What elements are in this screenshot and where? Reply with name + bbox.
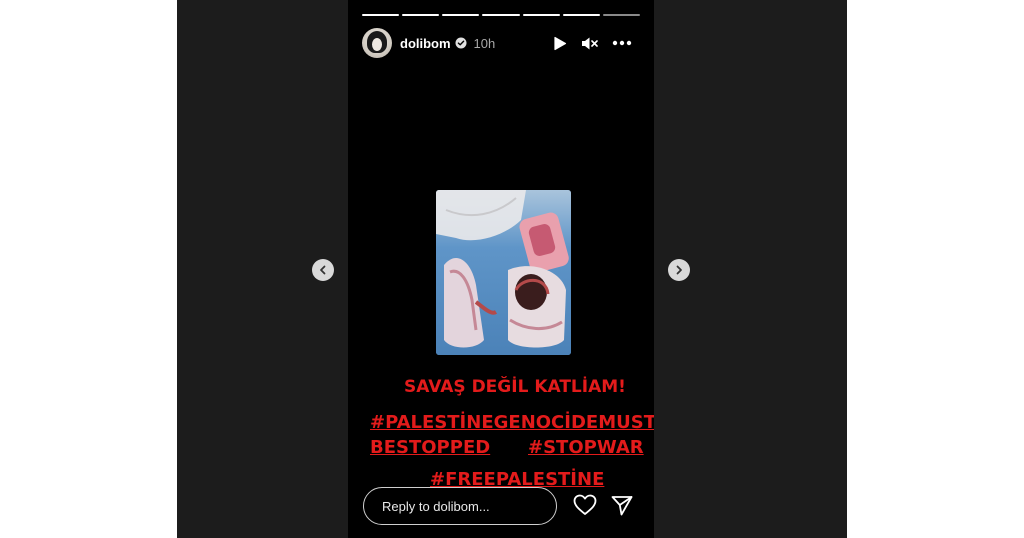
progress-segment-current	[602, 14, 640, 16]
post-time: 10h	[473, 35, 496, 51]
story-controls	[553, 27, 632, 59]
story-progress-bar	[362, 14, 640, 17]
progress-segment	[522, 14, 560, 16]
progress-segment	[402, 14, 440, 16]
hashtag-link[interactable]: #STOPWAR	[528, 437, 644, 458]
story-frame[interactable]: dolibom 10h SAVAŞ DEĞİL KATLİAM! #PALEST…	[348, 0, 654, 538]
story-caption: SAVAŞ DEĞİL KATLİAM!	[404, 377, 626, 397]
hashtag-link-continued[interactable]: BESTOPPED	[370, 437, 490, 458]
heart-icon[interactable]	[573, 494, 597, 516]
chevron-right-icon	[676, 265, 682, 275]
progress-segment	[362, 14, 400, 16]
progress-segment	[442, 14, 480, 16]
send-icon[interactable]	[611, 495, 633, 516]
story-photo	[436, 190, 571, 355]
avatar[interactable]	[362, 28, 392, 58]
previous-story-button[interactable]	[312, 259, 334, 281]
more-options-icon[interactable]	[612, 40, 632, 46]
muted-speaker-icon[interactable]	[581, 36, 598, 51]
play-icon[interactable]	[553, 36, 567, 51]
username[interactable]: dolibom	[400, 36, 451, 51]
chevron-left-icon	[320, 265, 326, 275]
progress-segment	[562, 14, 600, 16]
progress-segment	[482, 14, 520, 16]
hashtag-link[interactable]: #PALESTİNEGENOCİDEMUST	[370, 412, 654, 433]
next-story-button[interactable]	[668, 259, 690, 281]
story-header: dolibom 10h	[362, 27, 640, 59]
verified-badge-icon	[455, 37, 467, 49]
reply-input[interactable]	[363, 487, 557, 525]
